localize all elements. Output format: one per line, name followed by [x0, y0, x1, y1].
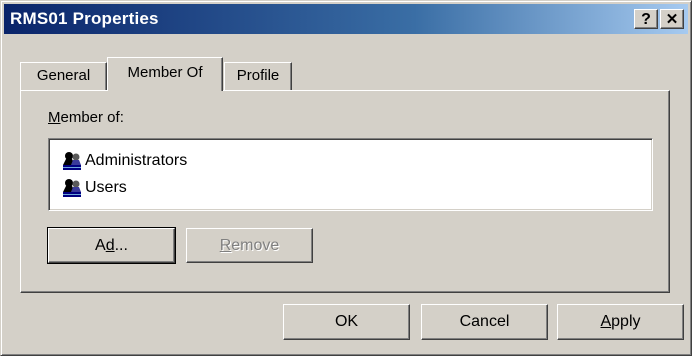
member-of-list[interactable]: Administrators Users [48, 138, 653, 211]
cancel-label: Cancel [459, 313, 510, 330]
tab-general-label: General [36, 67, 91, 84]
member-of-label-text: ember of: [60, 109, 124, 126]
tab-profile-label: Profile [236, 67, 280, 84]
remove-label-accel: R [219, 237, 232, 254]
apply-label: pply [611, 313, 641, 330]
ok-label: OK [334, 313, 359, 330]
add-label-post: ... [114, 237, 128, 254]
member-of-accel: M [48, 109, 61, 126]
remove-label-post: emove [231, 237, 280, 254]
tab-member-of-label: Member Of [127, 64, 203, 81]
remove-button[interactable]: Remove [186, 228, 313, 263]
list-item[interactable]: Users [61, 175, 127, 201]
item-label: Users [85, 179, 127, 196]
group-icon [63, 152, 81, 170]
add-label-pre: A [95, 237, 106, 254]
tab-general[interactable]: General [20, 62, 107, 90]
list-item[interactable]: Administrators [61, 148, 187, 174]
apply-accel: A [600, 313, 612, 330]
apply-button[interactable]: Apply [557, 304, 684, 340]
properties-dialog: RMS01 Properties ? ✕ General Member Of P… [0, 0, 692, 356]
title-bar[interactable]: RMS01 Properties ? ✕ [4, 4, 688, 34]
tab-profile[interactable]: Profile [224, 62, 292, 90]
cancel-button[interactable]: Cancel [421, 304, 548, 340]
ok-button[interactable]: OK [283, 304, 410, 340]
close-button[interactable]: ✕ [660, 9, 684, 29]
add-label-accel: d [105, 237, 115, 254]
group-icon [63, 179, 81, 197]
member-of-label: Member of: [48, 109, 124, 126]
add-button[interactable]: Ad... [47, 227, 176, 264]
member-of-panel: Member of: Administrators Users Ad... Re… [20, 90, 670, 293]
close-icon: ✕ [665, 11, 679, 28]
help-button[interactable]: ? [634, 9, 658, 29]
item-label: Administrators [85, 152, 188, 169]
window-title: RMS01 Properties [10, 9, 159, 28]
tab-member-of[interactable]: Member Of [107, 57, 223, 91]
